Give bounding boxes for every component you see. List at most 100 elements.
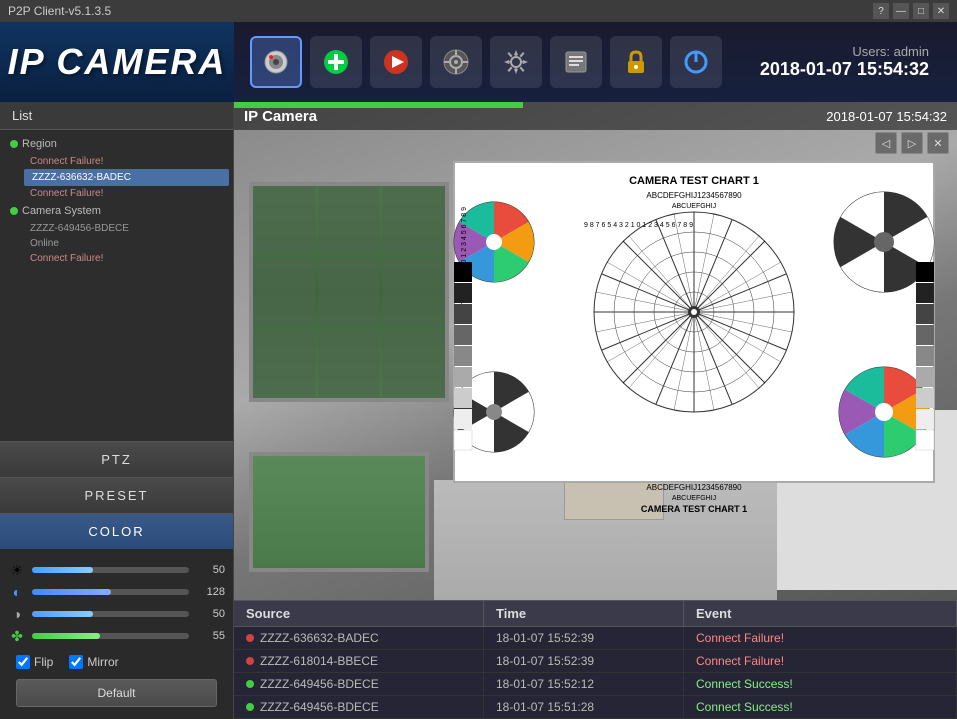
lock-tool-button[interactable] bbox=[610, 36, 662, 88]
ptz-icon bbox=[442, 48, 470, 76]
preset-button[interactable]: PRESET bbox=[0, 477, 233, 513]
tree-child-4[interactable]: ZZZZ-649456-BDECE bbox=[24, 221, 229, 236]
video-area: CAMERA TEST CHART 1 ABCDEFGHIJ1234567890… bbox=[234, 102, 957, 719]
device-tree: Region Connect Failure! ZZZZ-636632-BADE… bbox=[0, 130, 233, 441]
close-button[interactable]: ✕ bbox=[933, 3, 949, 19]
log-dot-3 bbox=[246, 680, 254, 688]
play-tool-button[interactable] bbox=[370, 36, 422, 88]
svg-text:ABCDEFGHIJ1234567890: ABCDEFGHIJ1234567890 bbox=[646, 191, 742, 200]
ptz-button[interactable]: PTZ bbox=[0, 441, 233, 477]
power-tool-button[interactable] bbox=[670, 36, 722, 88]
svg-text:CAMERA TEST CHART 1: CAMERA TEST CHART 1 bbox=[629, 175, 759, 187]
cam-ctrl-1[interactable]: ◁ bbox=[875, 132, 897, 154]
brightness-slider[interactable] bbox=[32, 567, 189, 573]
files-icon bbox=[562, 48, 590, 76]
ptz-tool-button[interactable] bbox=[430, 36, 482, 88]
log-dot-2 bbox=[246, 657, 254, 665]
log-source-4: ZZZZ-649456-BDECE bbox=[234, 696, 484, 718]
lock-icon bbox=[622, 48, 650, 76]
default-button[interactable]: Default bbox=[16, 679, 217, 707]
log-row[interactable]: ZZZZ-636632-BADEC 18-01-07 15:52:39 Conn… bbox=[234, 627, 957, 650]
log-rows: ZZZZ-636632-BADEC 18-01-07 15:52:39 Conn… bbox=[234, 627, 957, 719]
log-event-3: Connect Success! bbox=[684, 673, 957, 695]
cam-ctrl-3[interactable]: ✕ bbox=[927, 132, 949, 154]
tree-section-2: Camera System bbox=[4, 201, 229, 221]
add-icon bbox=[322, 48, 350, 76]
window-controls[interactable]: ? — □ ✕ bbox=[873, 3, 949, 19]
maximize-button[interactable]: □ bbox=[913, 3, 929, 19]
cam-ctrl-2[interactable]: ▷ bbox=[901, 132, 923, 154]
saturation-row: ◑ 50 bbox=[8, 605, 225, 623]
contrast-slider[interactable] bbox=[32, 589, 189, 595]
log-event-2: Connect Failure! bbox=[684, 650, 957, 672]
main-area: List Region Connect Failure! ZZZZ-636632… bbox=[0, 102, 957, 719]
log-time-2: 18-01-07 15:52:39 bbox=[484, 650, 684, 672]
tree-child-1[interactable]: Connect Failure! bbox=[24, 154, 229, 169]
time-header: Time bbox=[484, 601, 684, 626]
flip-checkbox[interactable] bbox=[16, 655, 30, 669]
camera-controls-right: ◁ ▷ ✕ bbox=[875, 132, 949, 154]
tree-children-1: Connect Failure! ZZZZ-636632-BADEC Conne… bbox=[4, 154, 229, 201]
status-dot-green bbox=[10, 140, 18, 148]
tree-child-6[interactable]: Connect Failure! bbox=[24, 251, 229, 266]
hue-row: ✤ 55 bbox=[8, 627, 225, 645]
app-logo: IP CAMERA bbox=[8, 41, 227, 83]
mirror-label[interactable]: Mirror bbox=[69, 655, 118, 669]
files-tool-button[interactable] bbox=[550, 36, 602, 88]
brightness-icon: ☀ bbox=[8, 561, 26, 579]
camera-label: IP Camera bbox=[244, 108, 317, 125]
camera-tool-button[interactable] bbox=[250, 36, 302, 88]
add-tool-button[interactable] bbox=[310, 36, 362, 88]
titlebar: P2P Client-v5.1.3.5 ? — □ ✕ bbox=[0, 0, 957, 22]
logo-area: IP CAMERA bbox=[0, 22, 234, 102]
hue-value: 55 bbox=[195, 630, 225, 642]
flip-label[interactable]: Flip bbox=[16, 655, 53, 669]
tree-camera-label: Camera System bbox=[22, 205, 101, 217]
camera-datetime-display: 2018-01-07 15:54:32 bbox=[826, 109, 947, 124]
log-source-1: ZZZZ-636632-BADEC bbox=[234, 627, 484, 649]
settings-icon bbox=[502, 48, 530, 76]
log-row[interactable]: ZZZZ-649456-BDECE 18-01-07 15:52:12 Conn… bbox=[234, 673, 957, 696]
tree-child-2[interactable]: ZZZZ-636632-BADEC bbox=[24, 169, 229, 186]
power-icon bbox=[682, 48, 710, 76]
play-icon bbox=[382, 48, 410, 76]
contrast-icon: ◐ bbox=[8, 583, 26, 601]
list-tab[interactable]: List bbox=[0, 102, 233, 130]
video-container: CAMERA TEST CHART 1 ABCDEFGHIJ1234567890… bbox=[234, 102, 957, 600]
flip-mirror-area: Flip Mirror bbox=[8, 649, 225, 675]
log-event-4: Connect Success! bbox=[684, 696, 957, 718]
event-header: Event bbox=[684, 601, 957, 626]
saturation-icon: ◑ bbox=[8, 605, 26, 623]
contrast-row: ◐ 128 bbox=[8, 583, 225, 601]
datetime-display: 2018-01-07 15:54:32 bbox=[760, 59, 929, 80]
log-dot-1 bbox=[246, 634, 254, 642]
brightness-row: ☀ 50 bbox=[8, 561, 225, 579]
settings-tool-button[interactable] bbox=[490, 36, 542, 88]
log-row[interactable]: ZZZZ-649456-BDECE 18-01-07 15:51:28 Conn… bbox=[234, 696, 957, 719]
log-event-1: Connect Failure! bbox=[684, 627, 957, 649]
tree-child-3[interactable]: Connect Failure! bbox=[24, 186, 229, 201]
main-toolbar: Users: admin 2018-01-07 15:54:32 bbox=[234, 36, 957, 88]
color-button[interactable]: COLOR bbox=[0, 513, 233, 549]
contrast-value: 128 bbox=[195, 586, 225, 598]
mirror-checkbox[interactable] bbox=[69, 655, 83, 669]
svg-text:CAMERA TEST CHART 1: CAMERA TEST CHART 1 bbox=[641, 504, 747, 514]
camera-test-chart: CAMERA TEST CHART 1 ABCDEFGHIJ1234567890… bbox=[414, 142, 957, 562]
log-source-3: ZZZZ-649456-BDECE bbox=[234, 673, 484, 695]
svg-text:ABCUEFGHIJ: ABCUEFGHIJ bbox=[672, 495, 716, 502]
saturation-slider[interactable] bbox=[32, 611, 189, 617]
header: IP CAMERA bbox=[0, 22, 957, 102]
color-controls: ☀ 50 ◐ 128 ◑ bbox=[0, 549, 233, 719]
brightness-value: 50 bbox=[195, 564, 225, 576]
source-header: Source bbox=[234, 601, 484, 626]
sidebar: List Region Connect Failure! ZZZZ-636632… bbox=[0, 102, 234, 719]
minimize-button[interactable]: — bbox=[893, 3, 909, 19]
tree-region-label: Region bbox=[22, 138, 57, 150]
log-row[interactable]: ZZZZ-618014-BBECE 18-01-07 15:52:39 Conn… bbox=[234, 650, 957, 673]
users-label: Users: admin bbox=[760, 44, 929, 59]
hue-slider[interactable] bbox=[32, 633, 189, 639]
svg-text:ABCDEFGHIJ1234567890: ABCDEFGHIJ1234567890 bbox=[646, 483, 742, 492]
tree-child-5[interactable]: Online bbox=[24, 236, 229, 251]
help-button[interactable]: ? bbox=[873, 3, 889, 19]
log-time-4: 18-01-07 15:51:28 bbox=[484, 696, 684, 718]
